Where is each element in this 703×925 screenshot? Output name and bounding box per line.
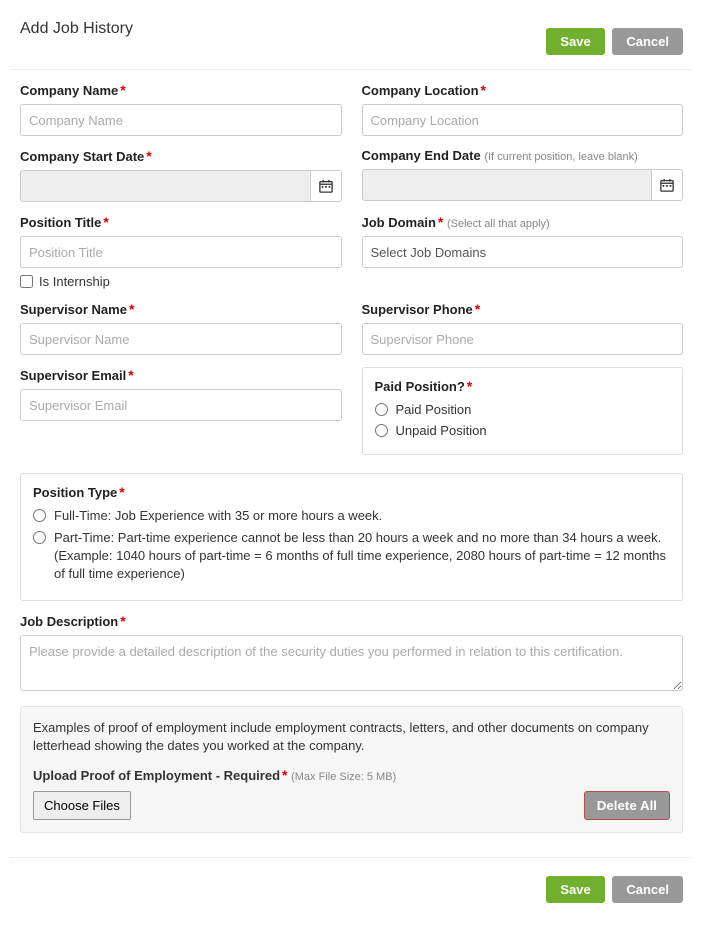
supervisor-name-label: Supervisor Name* bbox=[20, 301, 342, 317]
part-time-radio[interactable] bbox=[33, 531, 46, 544]
unpaid-position-radio[interactable] bbox=[375, 424, 388, 437]
job-description-textarea[interactable] bbox=[20, 635, 683, 691]
paid-position-group: Paid Position?* Paid Position Unpaid Pos… bbox=[362, 367, 684, 455]
position-title-label: Position Title* bbox=[20, 214, 342, 230]
save-button-top[interactable]: Save bbox=[546, 28, 604, 55]
full-time-radio[interactable] bbox=[33, 509, 46, 522]
paid-position-radio[interactable] bbox=[375, 403, 388, 416]
cancel-button-top[interactable]: Cancel bbox=[612, 28, 683, 55]
company-name-label: Company Name* bbox=[20, 82, 342, 98]
unpaid-position-option-label: Unpaid Position bbox=[396, 423, 487, 438]
paid-position-label: Paid Position?* bbox=[375, 378, 671, 394]
save-button-bottom[interactable]: Save bbox=[546, 876, 604, 903]
delete-all-button[interactable]: Delete All bbox=[584, 791, 670, 820]
upload-description: Examples of proof of employment include … bbox=[33, 719, 670, 755]
start-date-label: Company Start Date* bbox=[20, 148, 342, 164]
is-internship-checkbox[interactable] bbox=[20, 275, 33, 288]
end-date-input[interactable] bbox=[362, 169, 653, 201]
divider bbox=[10, 69, 693, 70]
company-name-input[interactable] bbox=[20, 104, 342, 136]
end-date-picker-button[interactable] bbox=[652, 169, 683, 201]
upload-section: Examples of proof of employment include … bbox=[20, 706, 683, 833]
calendar-icon bbox=[319, 179, 333, 193]
position-type-label: Position Type* bbox=[33, 484, 670, 500]
supervisor-phone-input[interactable] bbox=[362, 323, 684, 355]
job-domain-select[interactable]: Select Job Domains bbox=[362, 236, 684, 268]
company-location-label: Company Location* bbox=[362, 82, 684, 98]
choose-files-button[interactable]: Choose Files bbox=[33, 791, 131, 820]
supervisor-name-input[interactable] bbox=[20, 323, 342, 355]
start-date-picker-button[interactable] bbox=[311, 170, 342, 202]
end-date-label: Company End Date (If current position, l… bbox=[362, 148, 684, 163]
is-internship-label: Is Internship bbox=[39, 274, 110, 289]
part-time-option-label: Part-Time: Part-time experience cannot b… bbox=[54, 529, 670, 584]
cancel-button-bottom[interactable]: Cancel bbox=[612, 876, 683, 903]
job-domain-label: Job Domain* (Select all that apply) bbox=[362, 214, 684, 230]
supervisor-email-label: Supervisor Email* bbox=[20, 367, 342, 383]
upload-label: Upload Proof of Employment - Required* (… bbox=[33, 767, 670, 783]
start-date-input[interactable] bbox=[20, 170, 311, 202]
job-description-label: Job Description* bbox=[20, 613, 683, 629]
supervisor-phone-label: Supervisor Phone* bbox=[362, 301, 684, 317]
company-location-input[interactable] bbox=[362, 104, 684, 136]
calendar-icon bbox=[660, 178, 674, 192]
supervisor-email-input[interactable] bbox=[20, 389, 342, 421]
full-time-option-label: Full-Time: Job Experience with 35 or mor… bbox=[54, 508, 382, 523]
paid-position-option-label: Paid Position bbox=[396, 402, 472, 417]
position-title-input[interactable] bbox=[20, 236, 342, 268]
position-type-group: Position Type* Full-Time: Job Experience… bbox=[20, 473, 683, 601]
